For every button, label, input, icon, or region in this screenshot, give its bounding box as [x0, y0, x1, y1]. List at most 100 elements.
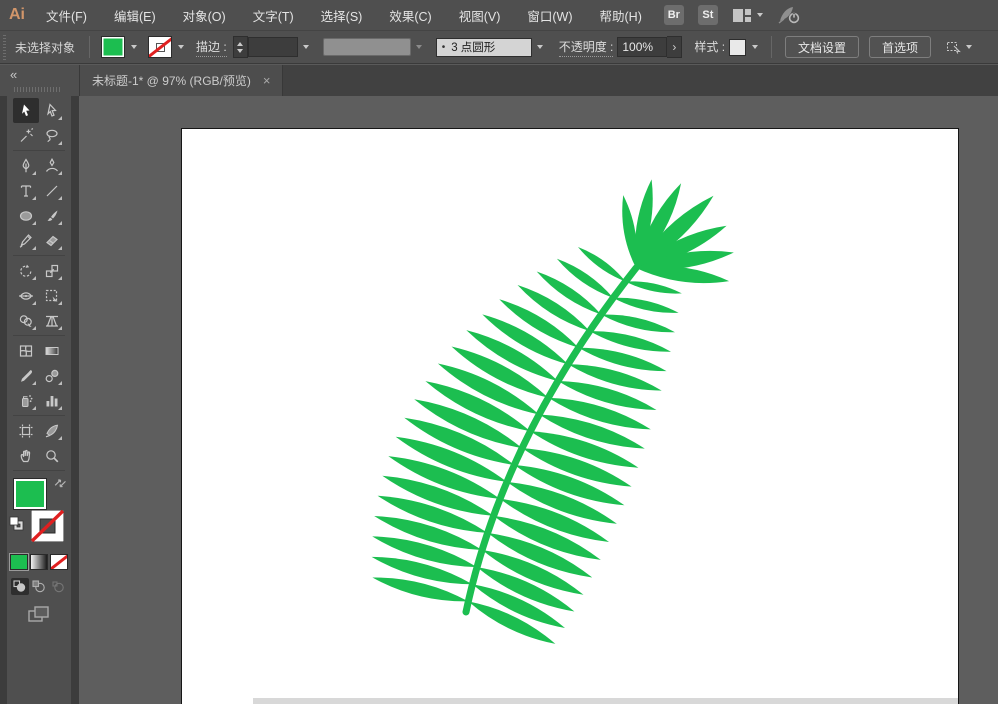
control-bar-grip[interactable]	[2, 34, 8, 60]
opacity-label[interactable]: 不透明度 :	[559, 38, 614, 57]
zoom-tool[interactable]	[39, 443, 65, 468]
document-setup-button[interactable]: 文档设置	[785, 36, 859, 58]
hand-tool[interactable]	[13, 443, 39, 468]
selection-options-dropdown[interactable]	[946, 40, 972, 54]
app-frame-edge	[0, 96, 7, 704]
lasso-tool[interactable]	[39, 123, 65, 148]
chevron-down-icon	[757, 13, 763, 17]
menu-items: 文件(F) 编辑(E) 对象(O) 文字(T) 选择(S) 效果(C) 视图(V…	[46, 6, 642, 25]
stroke-weight-label[interactable]: 描边 :	[196, 38, 227, 57]
bridge-button[interactable]: Br	[664, 5, 684, 25]
paintbrush-tool[interactable]	[39, 203, 65, 228]
style-swatch[interactable]	[729, 39, 746, 56]
chevron-down-icon	[537, 45, 543, 49]
menu-item-help[interactable]: 帮助(H)	[600, 6, 642, 25]
stroke-hole	[156, 43, 165, 52]
draw-behind-mode-button[interactable]	[30, 578, 48, 595]
eyedropper-tool[interactable]	[13, 363, 39, 388]
mesh-tool[interactable]	[13, 338, 39, 363]
change-screen-mode-button[interactable]	[27, 605, 51, 628]
fill-color-swatch[interactable]	[101, 36, 125, 58]
swap-fill-stroke-icon[interactable]	[53, 476, 68, 496]
separator	[771, 36, 772, 58]
fill-color-indicator[interactable]	[13, 478, 47, 510]
free-transform-tool[interactable]	[39, 283, 65, 308]
tools-panel-grip[interactable]	[14, 87, 62, 92]
menu-item-edit[interactable]: 编辑(E)	[114, 6, 156, 25]
artboard[interactable]	[181, 128, 959, 704]
tools-panel-header: «	[0, 65, 80, 96]
stroke-color-swatch[interactable]	[148, 36, 172, 58]
curvature-tool[interactable]	[39, 153, 65, 178]
rotate-tool[interactable]	[13, 258, 39, 283]
pen-tool[interactable]	[13, 153, 39, 178]
menu-item-view[interactable]: 视图(V)	[459, 6, 501, 25]
selection-tool[interactable]	[13, 98, 39, 123]
stroke-weight-stepper[interactable]	[233, 36, 248, 58]
shape-builder-tool[interactable]	[13, 308, 39, 333]
slice-tool[interactable]	[39, 418, 65, 443]
menu-item-select[interactable]: 选择(S)	[321, 6, 363, 25]
gradient-tool[interactable]	[39, 338, 65, 363]
close-tab-icon[interactable]: ×	[263, 73, 271, 88]
stroke-weight-dropdown[interactable]	[298, 36, 315, 58]
tool-separator	[13, 255, 65, 256]
color-button[interactable]	[10, 554, 28, 570]
opacity-field[interactable]: 100%	[617, 37, 667, 57]
gpu-performance-icon[interactable]	[777, 5, 801, 25]
stroke-color-dropdown[interactable]	[172, 36, 189, 58]
menu-item-effect[interactable]: 效果(C)	[389, 6, 431, 25]
default-fill-stroke-icon[interactable]	[9, 516, 24, 536]
tools-column	[0, 96, 79, 704]
draw-normal-mode-button[interactable]	[11, 578, 29, 595]
gradient-button[interactable]	[30, 554, 48, 570]
line-segment-tool[interactable]	[39, 178, 65, 203]
blend-tool[interactable]	[39, 363, 65, 388]
none-button[interactable]	[50, 554, 68, 570]
menu-item-object[interactable]: 对象(O)	[183, 6, 226, 25]
style-dropdown[interactable]	[746, 36, 763, 58]
collapse-panel-button[interactable]: «	[10, 67, 17, 82]
brush-preview-dot: •	[442, 42, 446, 53]
width-tool[interactable]	[13, 283, 39, 308]
stroke-weight-field[interactable]	[248, 37, 298, 57]
tab-bar: « 未标题-1* @ 97% (RGB/预览) ×	[0, 64, 998, 96]
magic-wand-tool[interactable]	[13, 123, 39, 148]
stock-button[interactable]: St	[698, 5, 718, 25]
isolate-object-icon	[946, 40, 962, 54]
tool-separator	[13, 150, 65, 151]
opacity-expand-button[interactable]: ›	[667, 36, 682, 58]
main-area	[0, 96, 998, 704]
perspective-grid-tool[interactable]	[39, 308, 65, 333]
ellipse-tool[interactable]	[13, 203, 39, 228]
menu-item-window[interactable]: 窗口(W)	[527, 6, 572, 25]
scale-tool[interactable]	[39, 258, 65, 283]
chevron-down-icon	[966, 45, 972, 49]
stroke-color-indicator[interactable]	[31, 510, 64, 542]
draw-inside-mode-button	[49, 578, 67, 595]
menu-bar: Ai 文件(F) 编辑(E) 对象(O) 文字(T) 选择(S) 效果(C) 视…	[0, 0, 998, 31]
eraser-tool[interactable]	[39, 228, 65, 253]
menu-item-file[interactable]: 文件(F)	[46, 6, 87, 25]
workspace-switcher[interactable]	[732, 8, 763, 23]
document-tab-title: 未标题-1* @ 97% (RGB/预览)	[92, 72, 251, 89]
paint-type-buttons	[10, 554, 68, 570]
separator	[89, 36, 90, 58]
type-tool[interactable]	[13, 178, 39, 203]
brush-definition-field[interactable]: • 3 点圆形	[436, 38, 532, 57]
column-graph-tool[interactable]	[39, 388, 65, 413]
stepper-down-icon	[237, 49, 243, 53]
menu-item-type[interactable]: 文字(T)	[253, 6, 294, 25]
fill-color-dropdown[interactable]	[125, 36, 142, 58]
control-bar: 未选择对象 描边 : • 3 点圆形 不透明度 : 100% › 样式 : 文档…	[0, 31, 998, 64]
canvas-area[interactable]	[79, 96, 998, 704]
document-tab[interactable]: 未标题-1* @ 97% (RGB/预览) ×	[80, 65, 283, 96]
preferences-button[interactable]: 首选项	[869, 36, 931, 58]
direct-selection-tool[interactable]	[39, 98, 65, 123]
pencil-tool[interactable]	[13, 228, 39, 253]
style-label: 样式 :	[694, 38, 725, 56]
artboard-tool[interactable]	[13, 418, 39, 443]
symbol-sprayer-tool[interactable]	[13, 388, 39, 413]
workspace-layout-icon	[732, 8, 752, 23]
brush-definition-dropdown[interactable]	[532, 36, 549, 58]
